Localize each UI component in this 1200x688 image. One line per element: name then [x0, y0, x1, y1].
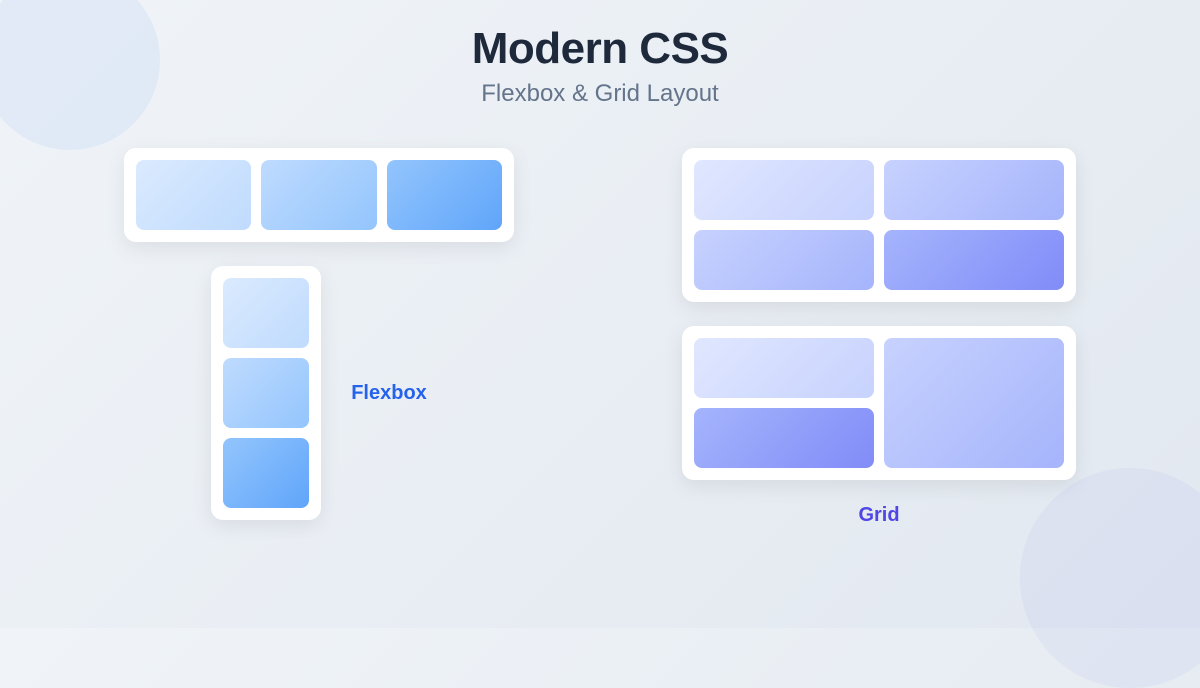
flexbox-label: Flexbox — [351, 382, 427, 405]
flex-box — [223, 358, 309, 428]
grid-box-span — [884, 338, 1064, 468]
flex-box — [223, 278, 309, 348]
header: Modern CSS Flexbox & Grid Layout — [0, 0, 1200, 108]
page-subtitle: Flexbox & Grid Layout — [0, 80, 1200, 108]
flex-box — [387, 160, 502, 230]
grid-column: Grid — [682, 148, 1076, 527]
grid-box — [884, 230, 1064, 290]
grid-box — [884, 160, 1064, 220]
demo-area: Flexbox Grid — [0, 108, 1200, 527]
grid-basic-demo — [682, 148, 1076, 302]
flex-box — [261, 160, 376, 230]
grid-box — [694, 338, 874, 398]
grid-box — [694, 230, 874, 290]
grid-box — [694, 160, 874, 220]
flex-box — [223, 438, 309, 508]
grid-label: Grid — [858, 504, 899, 527]
flexbox-column-demo — [211, 266, 321, 520]
grid-span-demo — [682, 326, 1076, 480]
flex-box — [136, 160, 251, 230]
grid-box — [694, 408, 874, 468]
page-title: Modern CSS — [0, 24, 1200, 74]
flexbox-column-group: Flexbox — [211, 266, 427, 520]
flexbox-column: Flexbox — [124, 148, 514, 520]
flexbox-row-demo — [124, 148, 514, 242]
